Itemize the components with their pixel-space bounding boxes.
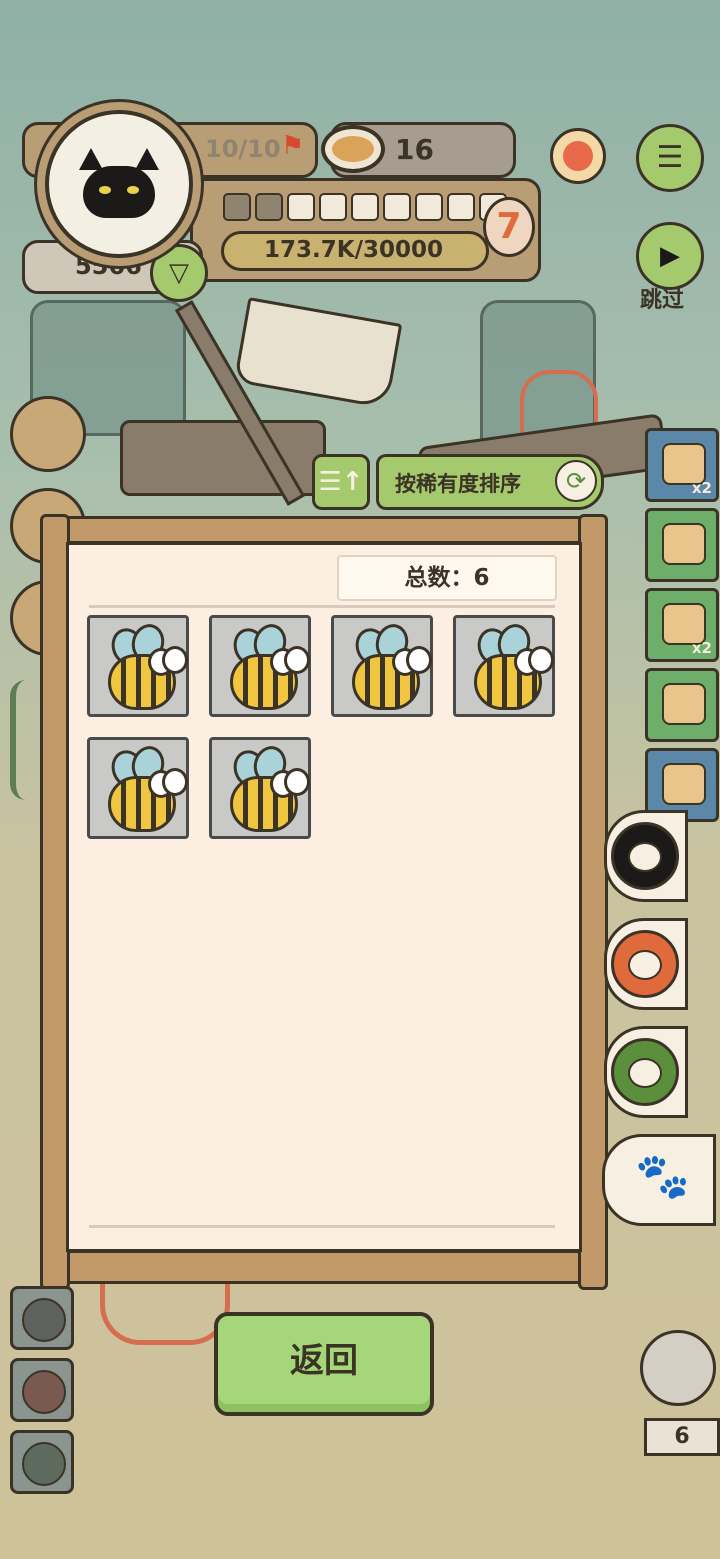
bee-eye [162,646,188,674]
mini-slot-frog[interactable] [10,1430,74,1494]
level-segment [255,193,283,221]
gold-dropdown-button[interactable]: ▽ [150,244,208,302]
menu-button[interactable]: ☰ [636,124,704,192]
flower-badge-icon[interactable] [550,128,606,184]
collection-item-card[interactable] [331,615,433,717]
list-icon: ☰ [656,140,684,175]
chevron-down-icon: ▽ [169,258,189,288]
cat-eye-right [127,186,139,194]
hud-coin-bar: 16 [321,122,516,178]
hud-progress-panel: 173.7K/30000 7 [190,178,541,282]
frog-silhouette-icon [22,1442,66,1486]
hut-icon [662,763,706,805]
bee-eye [406,646,432,674]
level-segment [351,193,379,221]
coin-count: 16 [395,133,434,166]
frog-icon [611,1038,679,1106]
coral-bottom [100,1280,230,1345]
side-item-slot[interactable] [645,668,719,742]
cat-eye-left [99,186,111,194]
item-multiplier-badge: x2 [691,479,712,497]
sort-label: 按稀有度排序 [395,472,521,496]
fish-silhouette-icon [22,1298,66,1342]
collection-panel: 总数：6 [66,542,582,1252]
level-segments [223,193,507,221]
mini-slot-bag[interactable] [10,1358,74,1422]
coin-ring-icon [321,125,385,173]
total-count: 总数：6 [404,565,490,591]
collection-item-card[interactable] [87,737,189,839]
collection-item-card[interactable] [209,615,311,717]
side-item-slot[interactable]: x2 [645,588,719,662]
black-cat-icon [83,166,155,218]
category-tab[interactable]: 🐾 [602,1134,716,1226]
level-segment [287,193,315,221]
level-segment [223,193,251,221]
player-avatar[interactable] [45,110,193,258]
item-multiplier-badge: x2 [691,639,712,657]
cat-ear-left [79,148,103,170]
progress-text: 173.7K/30000 [264,237,443,263]
level-segment [319,193,347,221]
level-segment [415,193,443,221]
skip-label: 跳过 [640,288,685,313]
corner-count-box: 6 [644,1418,720,1456]
paw-icon: 🐾 [635,1151,690,1202]
corner-count: 6 [674,1424,690,1449]
bee-eye [284,768,310,796]
side-item-slot[interactable] [645,508,719,582]
progress-pill: 173.7K/30000 [221,231,489,271]
bee-eye [284,646,310,674]
flag-icon: ⚑ [281,131,305,161]
sort-icon: ☰↑ [318,467,364,497]
side-item-slot[interactable]: x2 [645,428,719,502]
collection-item-card[interactable] [87,615,189,717]
torn-sail [233,297,403,409]
panel-frame-top [42,516,608,544]
back-button[interactable]: 返回 [214,1312,434,1416]
play-icon: ▶ [660,241,680,271]
box-icon-button[interactable] [10,396,86,472]
sort-by-rarity-button[interactable]: 按稀有度排序 ⟳ [376,454,604,510]
seaweed-left [10,680,42,800]
category-tab[interactable] [604,810,688,902]
refresh-icon: ⟳ [555,460,597,502]
skip-button[interactable]: ▶ [636,222,704,290]
mini-slot-fish[interactable] [10,1286,74,1350]
divider-top [89,605,555,608]
level-segment [383,193,411,221]
flag-count: 10/10 [205,135,281,163]
category-tab[interactable] [604,918,688,1010]
level-segment [447,193,475,221]
ticket-x-icon [662,523,706,565]
bag-icon [611,930,679,998]
total-count-box: 总数：6 [337,555,557,601]
collection-item-card[interactable] [453,615,555,717]
pancake-stack-icon [662,683,706,725]
panel-frame-bottom [42,1250,608,1284]
cat-ear-right [135,148,159,170]
fish-icon [611,822,679,890]
back-label: 返回 [290,1341,358,1381]
level-number: 7 [496,206,522,247]
collection-item-card[interactable] [209,737,311,839]
chick-character-icon[interactable] [640,1330,716,1406]
level-badge: 7 [483,197,535,257]
sort-toggle-button[interactable]: ☰↑ [312,454,370,510]
category-tab[interactable] [604,1026,688,1118]
divider-bottom [89,1225,555,1228]
bee-eye [528,646,554,674]
bag-silhouette-icon [22,1370,66,1414]
bee-eye [162,768,188,796]
